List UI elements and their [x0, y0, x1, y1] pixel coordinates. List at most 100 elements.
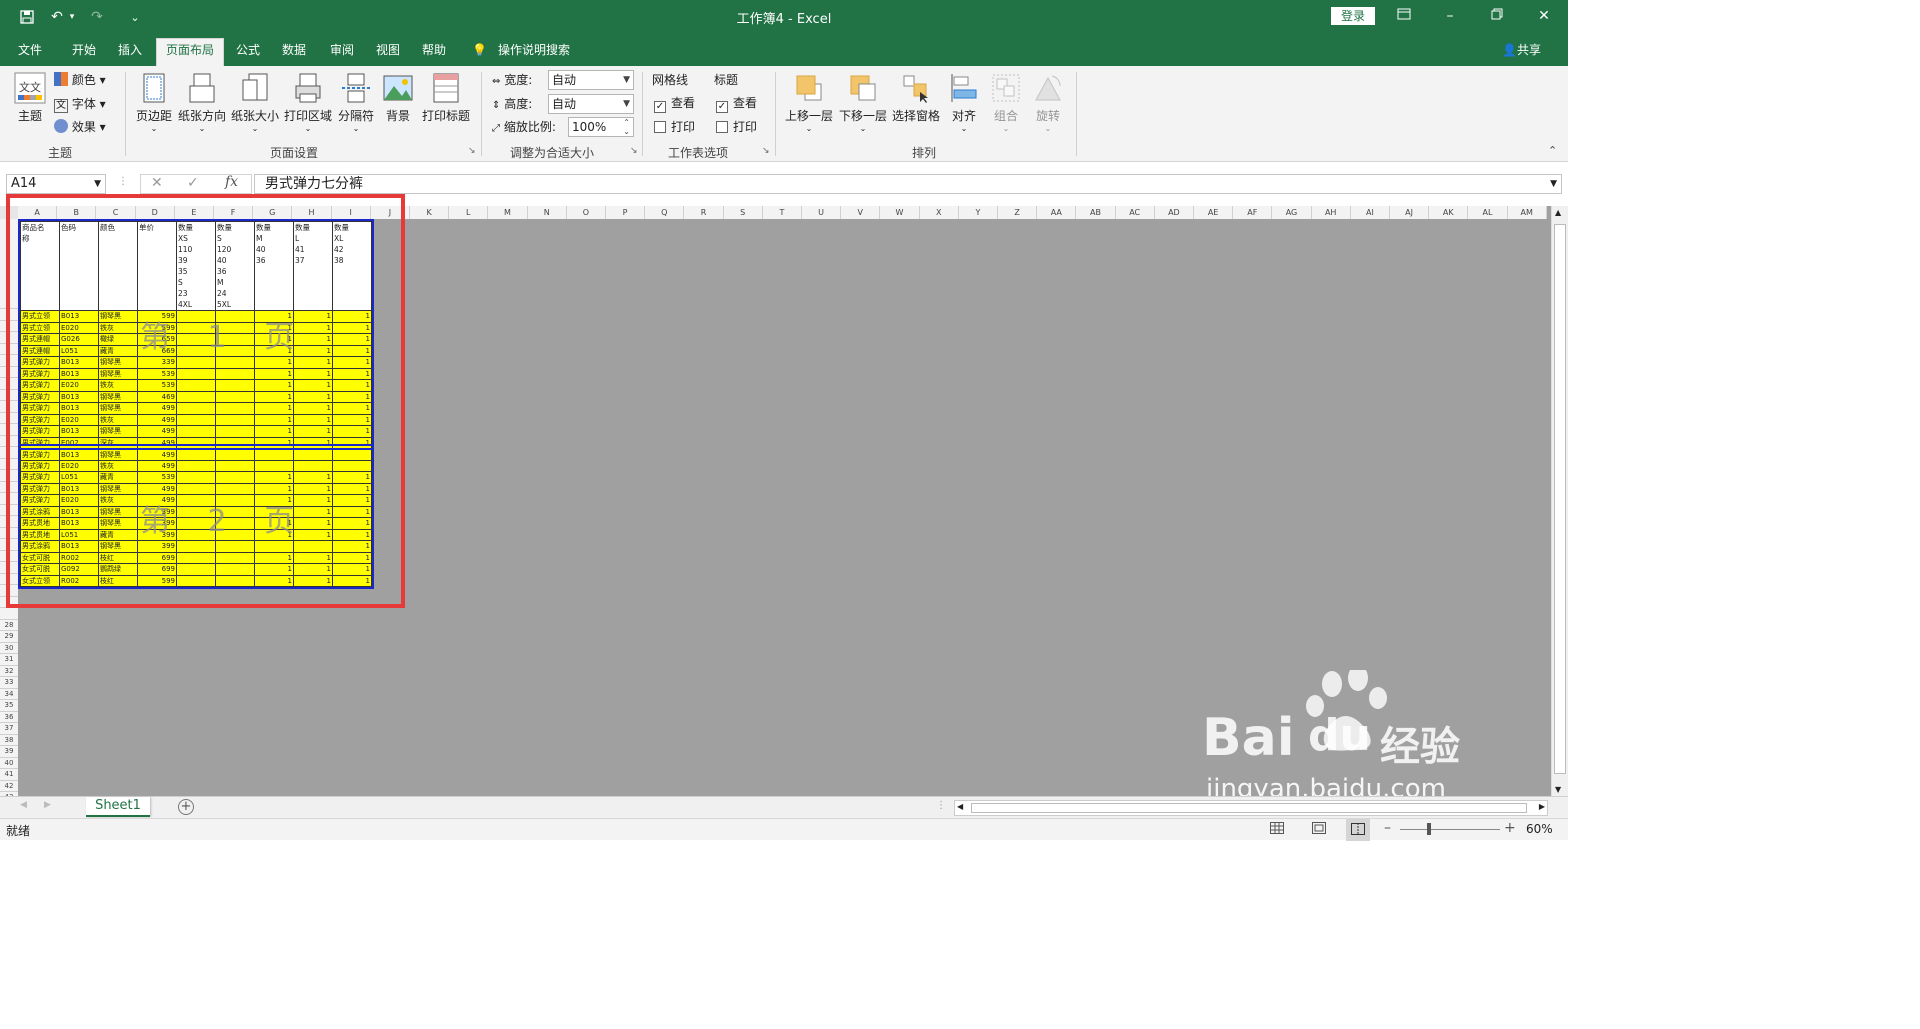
height-combobox[interactable]: 自动 ▼	[548, 94, 634, 114]
column-header-ad[interactable]: AD	[1154, 206, 1194, 219]
scroll-right-icon[interactable]: ▶	[1539, 802, 1545, 811]
enter-icon[interactable]: ✓	[187, 175, 199, 191]
tab-data[interactable]: 数据	[282, 40, 306, 66]
align-button[interactable]: 对齐 ⌄	[946, 72, 982, 133]
selection-pane-button[interactable]: 选择窗格	[890, 72, 942, 124]
column-header-s[interactable]: S	[723, 206, 763, 219]
row-header-35[interactable]: 35	[0, 700, 18, 712]
effects-button[interactable]: 效果 ▾	[54, 117, 106, 137]
tell-me-search[interactable]: 操作说明搜索	[498, 40, 570, 66]
column-header-v[interactable]: V	[841, 206, 881, 219]
column-header-k[interactable]: K	[410, 206, 450, 219]
login-button[interactable]: 登录	[1331, 7, 1375, 25]
row-header-28[interactable]: 28	[0, 619, 18, 631]
column-header-p[interactable]: P	[606, 206, 646, 219]
cancel-icon[interactable]: ✕	[151, 175, 163, 191]
share-button[interactable]: 👤共享	[1502, 40, 1541, 66]
splitter-dots-icon[interactable]: ⋮	[118, 176, 128, 187]
zoom-out-icon[interactable]: –	[1384, 820, 1391, 836]
width-combobox[interactable]: 自动 ▼	[548, 70, 634, 90]
row-header-42[interactable]: 42	[0, 780, 18, 792]
column-header-aj[interactable]: AJ	[1390, 206, 1430, 219]
print-titles-button[interactable]: 打印标题	[420, 72, 472, 124]
ribbon-display-options-icon[interactable]	[1392, 6, 1416, 26]
minimize-icon[interactable]: –	[1438, 6, 1462, 26]
size-button[interactable]: 纸张大小 ⌄	[230, 72, 280, 133]
column-header-l[interactable]: L	[449, 206, 489, 219]
row-header-38[interactable]: 38	[0, 734, 18, 746]
themes-button[interactable]: 文文 主题	[12, 72, 48, 124]
name-box[interactable]: A14 ▼	[6, 174, 106, 194]
chevron-down-icon[interactable]: ▼	[94, 175, 101, 193]
tab-view[interactable]: 视图	[376, 40, 400, 66]
collapse-ribbon-icon[interactable]: ⌃	[1548, 144, 1557, 157]
sheet-options-launcher-icon[interactable]: ↘	[762, 146, 770, 156]
scale-launcher-icon[interactable]: ↘	[630, 146, 638, 156]
insert-function-icon[interactable]: fx	[225, 174, 238, 190]
gridlines-print-checkbox[interactable]: 打印	[654, 117, 695, 137]
column-header-q[interactable]: Q	[645, 206, 685, 219]
tab-formulas[interactable]: 公式	[236, 40, 260, 66]
row-header-33[interactable]: 33	[0, 677, 18, 689]
row-header-41[interactable]: 41	[0, 769, 18, 781]
column-header-am[interactable]: AM	[1507, 206, 1547, 219]
row-header-32[interactable]: 32	[0, 665, 18, 677]
column-header-ac[interactable]: AC	[1115, 206, 1155, 219]
column-header-x[interactable]: X	[919, 206, 959, 219]
tab-file[interactable]: 文件	[18, 40, 42, 66]
scale-spinner[interactable]: 100% ⌃ ⌄	[568, 117, 634, 137]
print-area-button[interactable]: 打印区域 ⌄	[283, 72, 333, 133]
column-header-z[interactable]: Z	[998, 206, 1038, 219]
page-layout-view-icon[interactable]	[1312, 822, 1326, 837]
headings-print-checkbox[interactable]: 打印	[716, 117, 757, 137]
column-header-ag[interactable]: AG	[1272, 206, 1312, 219]
row-header-30[interactable]: 30	[0, 642, 18, 654]
close-icon[interactable]: ✕	[1532, 6, 1556, 26]
background-button[interactable]: 背景	[382, 72, 414, 124]
row-header-40[interactable]: 40	[0, 757, 18, 769]
orientation-button[interactable]: 纸张方向 ⌄	[177, 72, 227, 133]
tab-review[interactable]: 审阅	[330, 40, 354, 66]
row-header-36[interactable]: 36	[0, 711, 18, 723]
tab-home[interactable]: 开始	[72, 40, 96, 66]
spinner-arrows-icon[interactable]: ⌃ ⌄	[623, 118, 630, 136]
send-backward-button[interactable]: 下移一层 ⌄	[838, 72, 888, 133]
column-header-aa[interactable]: AA	[1037, 206, 1077, 219]
headings-view-checkbox[interactable]: ✓ 查看	[716, 93, 757, 113]
breaks-button[interactable]: 分隔符 ⌄	[336, 72, 376, 133]
column-header-w[interactable]: W	[880, 206, 920, 219]
gridlines-view-checkbox[interactable]: ✓ 查看	[654, 93, 695, 113]
scroll-up-icon[interactable]: ▲	[1555, 208, 1561, 217]
page-break-preview-button[interactable]	[1346, 819, 1370, 841]
column-header-t[interactable]: T	[762, 206, 802, 219]
bring-forward-button[interactable]: 上移一层 ⌄	[784, 72, 834, 133]
colors-button[interactable]: 颜色 ▾	[54, 70, 106, 90]
zoom-level[interactable]: 60%	[1526, 822, 1553, 836]
tab-help[interactable]: 帮助	[422, 40, 446, 66]
row-header-29[interactable]: 29	[0, 631, 18, 643]
zoom-in-icon[interactable]: +	[1504, 820, 1516, 836]
horizontal-scrollbar[interactable]: ◀ ▶	[954, 800, 1548, 816]
scroll-down-icon[interactable]: ▼	[1555, 785, 1561, 794]
column-header-n[interactable]: N	[527, 206, 567, 219]
row-header-37[interactable]: 37	[0, 723, 18, 735]
rotate-button[interactable]: 旋转 ⌄	[1032, 72, 1064, 133]
column-header-ae[interactable]: AE	[1194, 206, 1234, 219]
column-header-al[interactable]: AL	[1468, 206, 1508, 219]
column-header-ai[interactable]: AI	[1350, 206, 1390, 219]
splitter-dots-icon[interactable]: ⋮	[936, 800, 946, 811]
column-header-y[interactable]: Y	[958, 206, 998, 219]
column-header-ab[interactable]: AB	[1076, 206, 1116, 219]
column-header-ah[interactable]: AH	[1311, 206, 1351, 219]
column-header-m[interactable]: M	[488, 206, 528, 219]
zoom-slider[interactable]	[1400, 829, 1500, 830]
sheet-tab-sheet1[interactable]: Sheet1	[86, 797, 150, 817]
tab-insert[interactable]: 插入	[118, 40, 142, 66]
column-header-u[interactable]: U	[802, 206, 842, 219]
formula-input[interactable]: 男式弹力七分裤 ▼	[254, 174, 1562, 194]
column-header-af[interactable]: AF	[1233, 206, 1273, 219]
row-header-34[interactable]: 34	[0, 688, 18, 700]
column-header-r[interactable]: R	[684, 206, 724, 219]
scroll-tabs-left-icon[interactable]: ◀	[20, 800, 27, 810]
group-button[interactable]: 组合 ⌄	[990, 72, 1022, 133]
